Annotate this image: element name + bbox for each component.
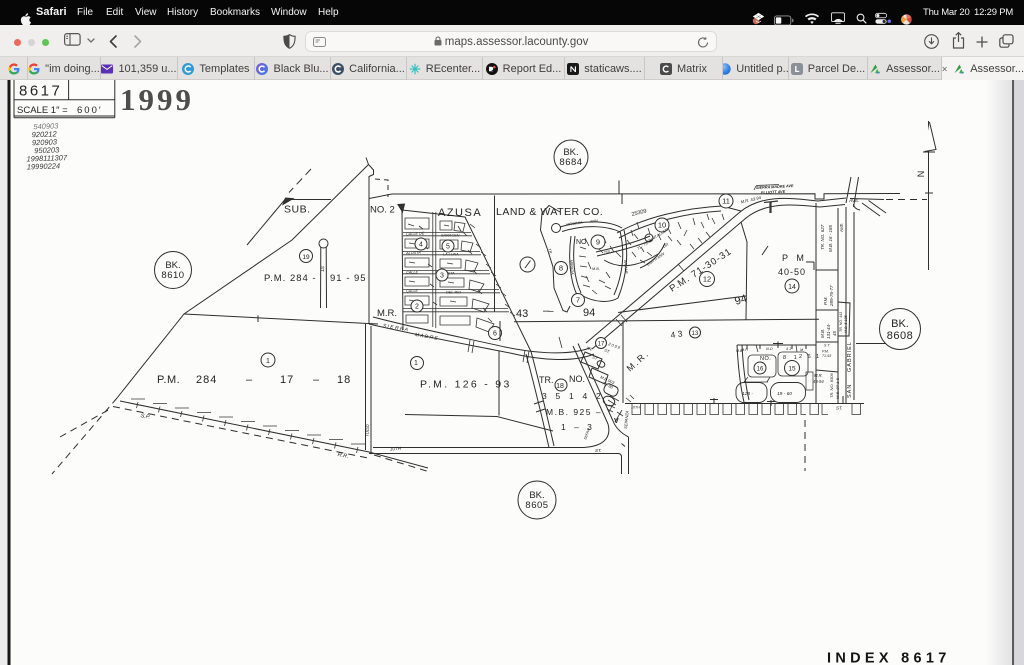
svg-text:14: 14 [788,284,796,291]
svg-text:1: 1 [266,358,270,365]
svg-text:AVE.: AVE. [848,198,860,204]
svg-text:19 - 60: 19 - 60 [777,391,792,397]
svg-text:CALLE: CALLE [406,289,419,294]
svg-text:–: – [548,306,554,317]
svg-text:NO.: NO. [760,356,771,362]
svg-text:12: 12 [703,275,711,284]
svg-text:284: 284 [196,374,217,386]
svg-text:10TH: 10TH [390,446,402,452]
svg-text:TR. NO. 443: TR. NO. 443 [839,312,843,332]
svg-text:2: 2 [415,304,419,311]
svg-text:DEL RIO: DEL RIO [446,291,461,295]
svg-text:94: 94 [583,307,595,319]
svg-text:–: – [313,374,320,386]
svg-text:8610: 8610 [161,270,184,281]
svg-text:P M: P M [782,253,807,263]
svg-text:8684: 8684 [559,157,582,168]
svg-text:S T: S T [824,344,830,348]
svg-text:5: 5 [446,244,450,251]
svg-text:40-50: 40-50 [778,267,806,277]
svg-text:43: 43 [670,328,686,340]
svg-text:3: 3 [440,273,444,280]
svg-text:ST.: ST. [595,448,602,453]
svg-text:18: 18 [556,383,564,390]
svg-text:19990224: 19990224 [27,161,61,171]
svg-text:4 3: 4 3 [786,347,792,351]
svg-text:ST.: ST. [836,406,843,411]
svg-text:–: – [246,374,253,386]
svg-text:8605: 8605 [525,500,548,511]
svg-text:M.B. 925 –: M.B. 925 – [546,407,602,417]
svg-text:13: 13 [692,331,699,337]
svg-text:P.M.: P.M. [822,350,829,354]
svg-text:N: N [916,171,926,178]
svg-text:AZUSA: AZUSA [438,207,482,219]
svg-text:M.B.: M.B. [820,329,825,338]
svg-text:128 -: 128 - [742,391,753,397]
svg-text:1: 1 [414,360,418,367]
svg-text:8: 8 [559,264,563,273]
svg-text:M.B. 16 - 185: M.B. 16 - 185 [828,224,833,252]
svg-text:SCALE 1″ =: SCALE 1″ = [17,105,68,116]
svg-text:71-93: 71-93 [822,354,831,358]
svg-text:18: 18 [337,374,351,386]
svg-text:45: 45 [832,330,837,336]
svg-text:TODD: TODD [365,423,370,437]
svg-text:M.R.: M.R. [814,373,823,378]
svg-text:P.M. 284 -: P.M. 284 - [264,273,317,284]
svg-text:BK.: BK. [891,318,909,330]
svg-text:CALLE: CALLE [406,270,418,274]
svg-text:8608: 8608 [887,330,913,342]
svg-text:17: 17 [598,342,605,348]
svg-text:43: 43 [516,308,528,320]
svg-text:43-94: 43-94 [813,379,824,384]
svg-text:4: 4 [419,242,423,249]
svg-text:3 5 1 4 2: 3 5 1 4 2 [542,391,604,401]
svg-text:91 - 95: 91 - 95 [330,273,367,284]
svg-text:SAN: SAN [847,384,853,398]
svg-text:LAND & WATER CO.: LAND & WATER CO. [496,206,603,218]
svg-text:289-76-77: 289-76-77 [829,285,834,307]
svg-text:19: 19 [302,254,310,261]
svg-text:INDEX 8617: INDEX 8617 [827,651,951,665]
svg-text:V: V [614,418,619,425]
svg-text:17: 17 [280,374,294,386]
svg-text:NO: NO [576,239,587,246]
svg-text:11: 11 [722,197,730,206]
svg-text:TR. NO. 627: TR. NO. 627 [820,224,825,250]
svg-text:NO. 2: NO. 2 [370,205,395,216]
svg-text:P.M.: P.M. [823,296,828,305]
svg-text:6: 6 [493,331,497,338]
svg-text:131-44-: 131-44- [826,323,831,339]
svg-text:2 6 1: 2 6 1 [799,354,821,360]
svg-text:9: 9 [596,238,600,247]
svg-text:LA LUNA: LA LUNA [443,253,459,257]
svg-text:P.M. 126 - 93: P.M. 126 - 93 [420,379,512,391]
svg-text:1999: 1999 [120,82,194,117]
svg-text:M.B.: M.B. [592,267,600,271]
svg-text:M.B: M.B [736,349,743,353]
svg-text:TR.: TR. [539,375,554,385]
svg-text:SARACEN: SARACEN [441,234,460,238]
svg-text:ST: ST [320,266,325,272]
svg-text:N.O: N.O [766,347,773,351]
svg-text:TR. NO. 8306: TR. NO. 8306 [829,373,834,398]
svg-text:P.M.: P.M. [157,374,180,386]
svg-text:7: 7 [576,296,580,305]
svg-text:16: 16 [757,367,764,373]
svg-text:NO.: NO. [569,374,585,384]
svg-text:15: 15 [788,366,796,373]
svg-text:8617: 8617 [19,83,62,100]
svg-text:SUB.: SUB. [284,204,311,216]
svg-text:AVE.: AVE. [839,223,844,233]
svg-text:M.R.: M.R. [377,308,397,319]
svg-text:ALOSTA: ALOSTA [405,251,421,256]
svg-text:M.B. 97-1-8: M.B. 97-1-8 [835,377,840,399]
svg-text:GABRIEL: GABRIEL [847,341,853,372]
svg-text:600′: 600′ [77,105,103,116]
